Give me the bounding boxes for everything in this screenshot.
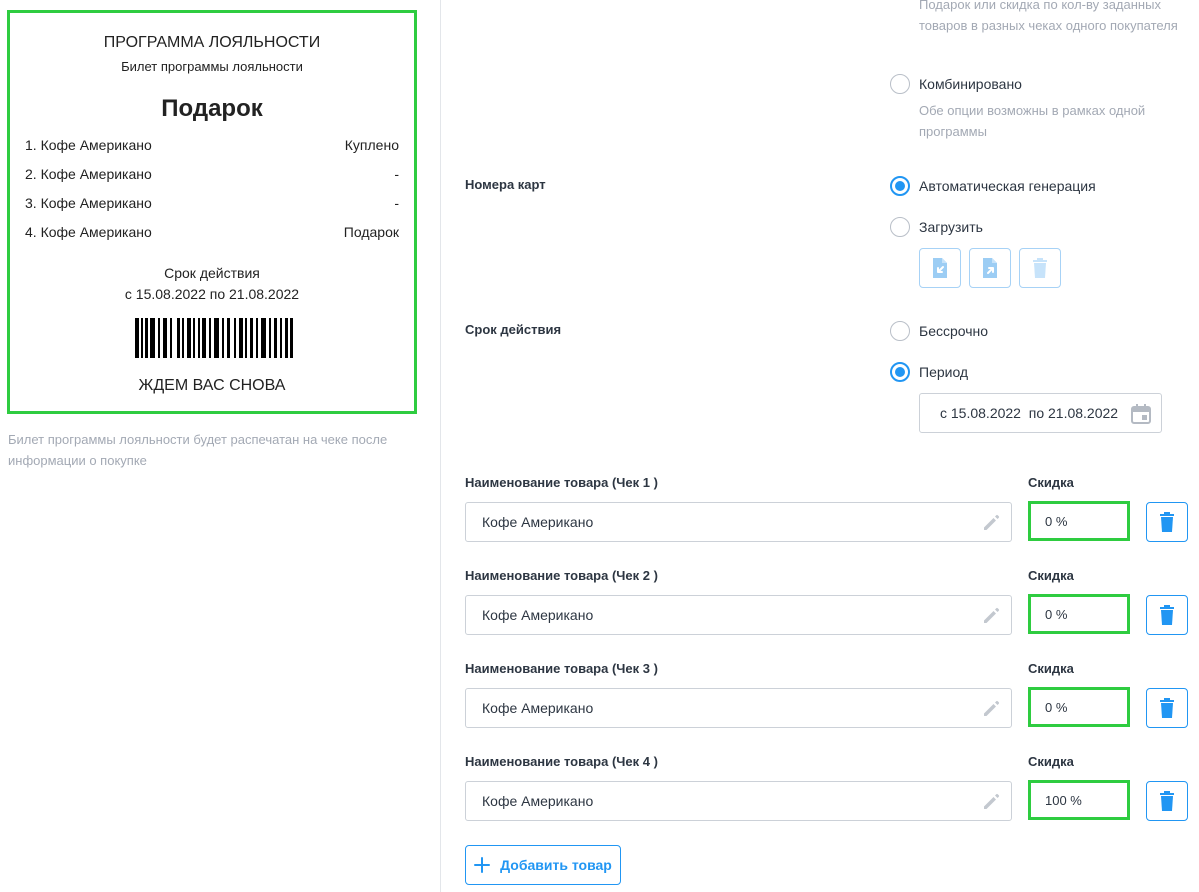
delete-file-button[interactable]	[1019, 248, 1061, 288]
discount-label-1: Скидка	[1028, 475, 1074, 490]
radio-combined[interactable]: Комбинировано	[890, 73, 1022, 95]
product-label-4: Наименование товара (Чек 4 )	[465, 754, 658, 769]
card-numbers-label: Номера карт	[465, 177, 546, 192]
discount-input-2[interactable]: 0 %	[1028, 594, 1130, 634]
radio-circle[interactable]	[890, 176, 910, 196]
ticket-item-status: Куплено	[344, 137, 399, 153]
ticket-item: 3. Кофе Американо -	[25, 195, 399, 224]
plus-icon	[474, 857, 491, 873]
trash-icon	[1160, 512, 1174, 532]
date-range-value: с 15.08.2022 по 21.08.2022	[940, 405, 1119, 421]
ticket-item-name: 1. Кофе Американо	[25, 137, 152, 153]
product-name-input-4[interactable]: Кофе Американо	[465, 781, 1012, 821]
radio-circle[interactable]	[890, 217, 910, 237]
ticket-title: ПРОГРАММА ЛОЯЛЬНОСТИ	[103, 34, 321, 51]
ticket-item: 4. Кофе Американо Подарок	[25, 224, 399, 253]
radio-period-label: Период	[919, 364, 969, 380]
column-divider	[440, 0, 441, 892]
ticket-items: 1. Кофе Американо Куплено 2. Кофе Америк…	[25, 137, 399, 253]
product-name-value: Кофе Американо	[482, 607, 594, 623]
ticket-subtitle: Билет программы лояльности	[121, 59, 303, 74]
calendar-icon[interactable]	[1130, 403, 1152, 425]
trash-icon	[1033, 258, 1047, 278]
product-name-value: Кофе Американо	[482, 700, 594, 716]
radio-auto-generation[interactable]: Автоматическая генерация	[890, 175, 1096, 197]
pencil-icon[interactable]	[981, 606, 1001, 626]
ticket-item-status: -	[394, 166, 399, 182]
radio-circle[interactable]	[890, 362, 910, 382]
product-label-1: Наименование товара (Чек 1 )	[465, 475, 658, 490]
radio-upload-label: Загрузить	[919, 219, 983, 235]
ticket-item-name: 3. Кофе Американо	[25, 195, 152, 211]
product-name-input-1[interactable]: Кофе Американо	[465, 502, 1012, 542]
discount-input-1[interactable]: 0 %	[1028, 501, 1130, 541]
file-import-icon	[933, 258, 947, 278]
pencil-icon[interactable]	[981, 792, 1001, 812]
trash-icon	[1160, 698, 1174, 718]
radio-upload[interactable]: Загрузить	[890, 216, 983, 238]
product-name-value: Кофе Американо	[482, 514, 594, 530]
program-type-description: Подарок или скидка по кол-ву заданных то…	[919, 0, 1178, 33]
trash-icon	[1160, 791, 1174, 811]
radio-unlimited[interactable]: Бессрочно	[890, 320, 988, 342]
product-label-2: Наименование товара (Чек 2 )	[465, 568, 658, 583]
ticket-item-name: 4. Кофе Американо	[25, 224, 152, 240]
barcode-icon	[135, 318, 293, 358]
ticket-validity-range: с 15.08.2022 по 21.08.2022	[124, 286, 300, 302]
product-name-value: Кофе Американо	[482, 793, 594, 809]
discount-label-3: Скидка	[1028, 661, 1074, 676]
add-product-button[interactable]: Добавить товар	[465, 845, 621, 885]
delete-product-button-3[interactable]	[1146, 688, 1188, 728]
ticket-farewell: ЖДЕМ ВАС СНОВА	[138, 377, 286, 394]
export-file-button[interactable]	[969, 248, 1011, 288]
delete-product-button-1[interactable]	[1146, 502, 1188, 542]
delete-product-button-4[interactable]	[1146, 781, 1188, 821]
ticket-item-status: Подарок	[343, 224, 399, 240]
discount-input-3[interactable]: 0 %	[1028, 687, 1130, 727]
validity-label: Срок действия	[465, 322, 562, 337]
add-product-label: Добавить товар	[500, 857, 612, 873]
radio-auto-generation-label: Автоматическая генерация	[919, 178, 1096, 194]
combined-description: Обе опции возможны в рамках одной програ…	[919, 103, 1146, 139]
discount-label-2: Скидка	[1028, 568, 1074, 583]
pencil-icon[interactable]	[981, 513, 1001, 533]
ticket-item-status: -	[394, 195, 399, 211]
product-label-3: Наименование товара (Чек 3 )	[465, 661, 658, 676]
trash-icon	[1160, 605, 1174, 625]
radio-period[interactable]: Период	[890, 361, 968, 383]
ticket-item: 2. Кофе Американо -	[25, 166, 399, 195]
product-name-input-3[interactable]: Кофе Американо	[465, 688, 1012, 728]
file-export-icon	[983, 258, 997, 278]
ticket-preview: ПРОГРАММА ЛОЯЛЬНОСТИ Билет программы лоя…	[7, 10, 417, 414]
discount-label-4: Скидка	[1028, 754, 1074, 769]
radio-combined-label: Комбинировано	[919, 76, 1022, 92]
radio-circle[interactable]	[890, 74, 910, 94]
date-range-input[interactable]: с 15.08.2022 по 21.08.2022	[919, 393, 1162, 433]
discount-input-4[interactable]: 100 %	[1028, 780, 1130, 820]
ticket-item-name: 2. Кофе Американо	[25, 166, 152, 182]
ticket-gift-heading: Подарок	[161, 95, 263, 122]
ticket-validity-label: Срок действия	[164, 265, 260, 281]
ticket-item: 1. Кофе Американо Куплено	[25, 137, 399, 166]
radio-circle[interactable]	[890, 321, 910, 341]
product-name-input-2[interactable]: Кофе Американо	[465, 595, 1012, 635]
ticket-validity: Срок действия с 15.08.2022 по 21.08.2022	[10, 263, 414, 305]
pencil-icon[interactable]	[981, 699, 1001, 719]
ticket-note: Билет программы лояльности будет распеча…	[8, 432, 388, 468]
import-file-button[interactable]	[919, 248, 961, 288]
radio-unlimited-label: Бессрочно	[919, 323, 989, 339]
delete-product-button-2[interactable]	[1146, 595, 1188, 635]
